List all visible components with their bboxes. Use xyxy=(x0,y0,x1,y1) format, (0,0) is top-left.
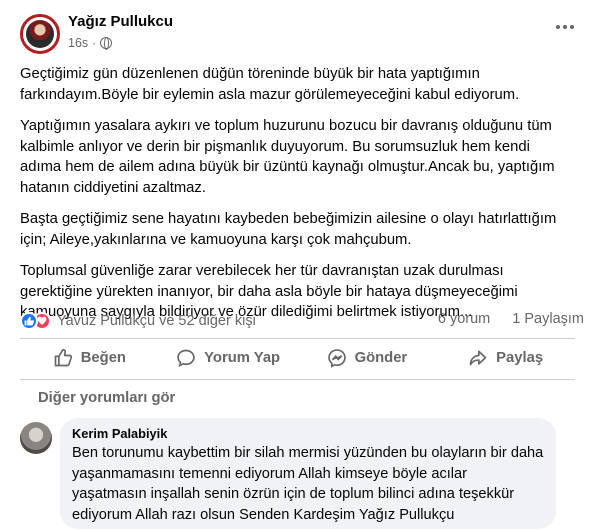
divider xyxy=(20,379,575,380)
post-time[interactable]: 16s xyxy=(68,36,88,50)
author-avatar[interactable] xyxy=(20,14,60,54)
more-options-icon[interactable] xyxy=(556,22,578,32)
shares-count[interactable]: 1 Paylaşım xyxy=(512,311,584,327)
comment-bubble: Kerim Palabiyik Ben torunumu kaybettim b… xyxy=(60,418,556,529)
comment-button[interactable]: Yorum Yap xyxy=(159,341,298,375)
post-paragraph: Geçtiğimiz gün düzenlenen düğün törenind… xyxy=(20,66,520,103)
author-name[interactable]: Yağız Pullukcu xyxy=(68,13,173,30)
reaction-names: Yavuz Pullukçu ve 52 diğer kişi xyxy=(57,313,256,329)
action-bar: Beğen Yorum Yap Gönder Paylaş xyxy=(20,341,575,375)
comment-icon xyxy=(177,349,195,368)
comments-count[interactable]: 6 yorum xyxy=(438,311,490,327)
see-more-comments-link[interactable]: Diğer yorumları gör xyxy=(38,390,175,406)
comment-text: Ben torunumu kaybettim bir silah mermisi… xyxy=(72,445,544,523)
share-button[interactable]: Paylaş xyxy=(436,341,575,375)
post-paragraph: Yaptığımın yasalara aykırı ve toplum huz… xyxy=(20,118,555,196)
post-meta: 16s · xyxy=(68,36,113,50)
send-button[interactable]: Gönder xyxy=(298,341,437,375)
commenter-avatar[interactable] xyxy=(20,422,52,454)
reaction-summary[interactable]: Yavuz Pullukçu ve 52 diğer kişi xyxy=(20,311,256,331)
like-button[interactable]: Beğen xyxy=(20,341,159,375)
like-button-label: Beğen xyxy=(80,350,126,366)
share-arrow-icon xyxy=(469,350,487,366)
meta-separator: · xyxy=(92,36,97,50)
commenter-name[interactable]: Kerim Palabiyik xyxy=(72,426,544,441)
messenger-icon xyxy=(327,349,346,368)
facebook-post: Yağız Pullukcu 16s · Geçtiğimiz gün düze… xyxy=(0,0,590,531)
comment-button-label: Yorum Yap xyxy=(204,350,281,366)
post-text: Geçtiğimiz gün düzenlenen düğün törenind… xyxy=(20,64,575,334)
like-icon xyxy=(20,312,38,330)
globe-icon xyxy=(100,37,113,50)
send-button-label: Gönder xyxy=(354,350,408,366)
thumbs-up-icon xyxy=(54,348,72,367)
divider xyxy=(20,338,575,339)
post-paragraph: Başta geçtiğimiz sene hayatını kaybeden … xyxy=(20,211,557,248)
share-button-label: Paylaş xyxy=(496,350,544,366)
engagement-counts: 6 yorum 1 Paylaşım xyxy=(438,311,584,327)
